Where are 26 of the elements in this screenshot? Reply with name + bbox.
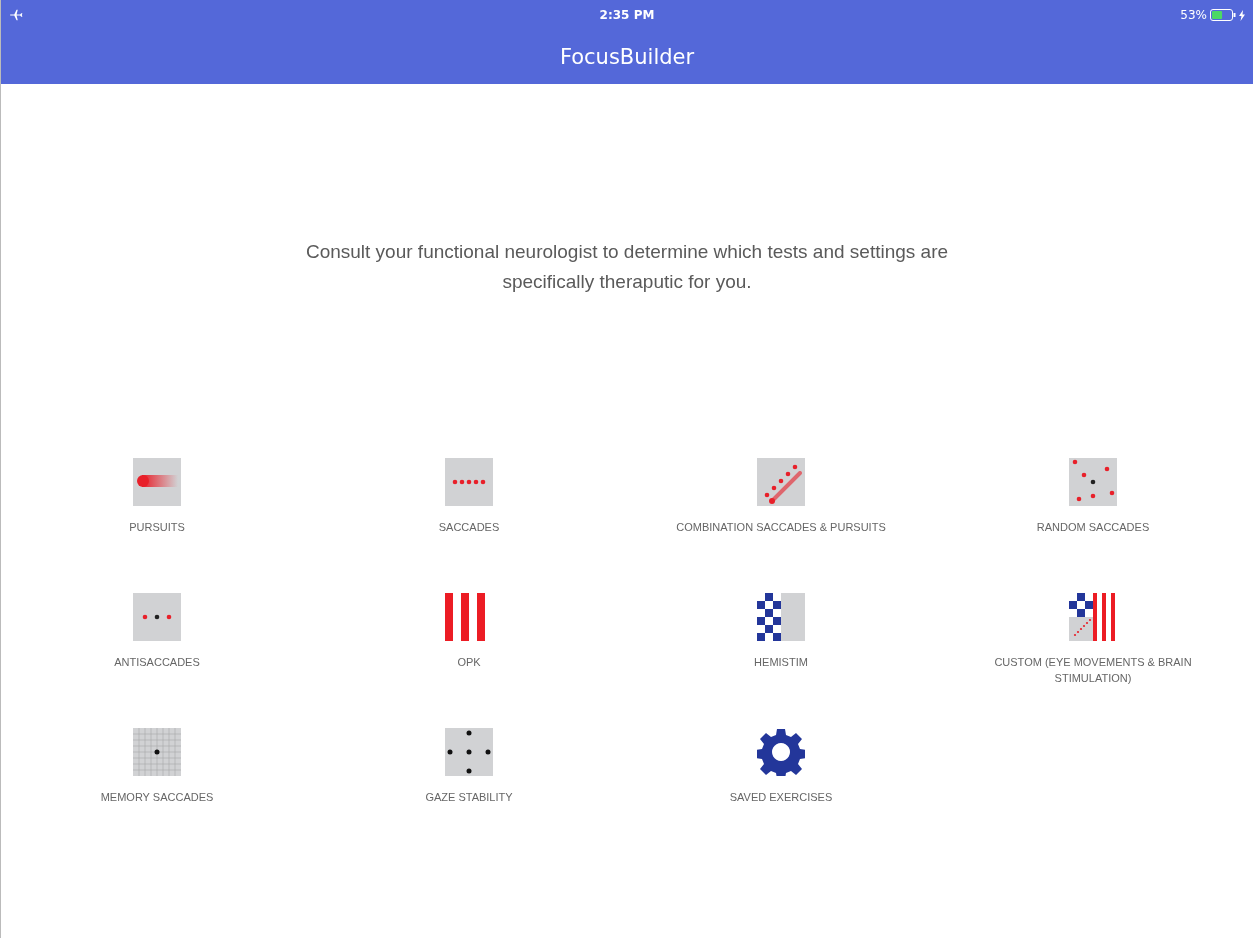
exercise-tile[interactable]: MEMORY SACCADES — [100, 728, 214, 805]
exercise-tile[interactable]: CUSTOM (EYE MOVEMENTS & BRAIN STIMULATION) — [973, 593, 1213, 686]
checker-stripes-icon — [1069, 593, 1117, 641]
gear-icon — [757, 728, 805, 776]
exercise-tile[interactable]: OPK — [445, 593, 493, 670]
advice-message: Consult your functional neurologist to determine which tests and settings are specifically theraputic for you. — [304, 240, 950, 294]
exercise-tile[interactable]: ANTISACCADES — [114, 593, 200, 670]
checkerboard-icon — [757, 593, 805, 641]
app-title: FocusBuilder — [558, 44, 696, 71]
exercise-tile[interactable]: SACCADES — [438, 458, 500, 535]
exercise-tile[interactable]: HEMISTIM — [754, 593, 808, 670]
cross-dots-icon — [445, 728, 493, 776]
charging-icon — [1239, 9, 1245, 21]
three-dots-icon — [133, 593, 181, 641]
exercise-tile[interactable]: RANDOM SACCADES — [1036, 458, 1150, 535]
grid-dot-icon — [133, 728, 181, 776]
airplane-icon — [9, 8, 23, 22]
scattered-dots-icon — [1069, 458, 1117, 506]
exercise-tile[interactable]: PURSUITS — [129, 458, 185, 535]
exercise-tile[interactable]: GAZE STABILITY — [425, 728, 513, 805]
diagonal-dots-icon — [757, 458, 805, 506]
battery-icon — [1210, 9, 1236, 21]
status-time: 2:35 PM — [599, 8, 655, 22]
exercise-tile[interactable]: COMBINATION SACCADES & PURSUITS — [676, 458, 886, 535]
exercise-tile[interactable]: SAVED EXERCISES — [729, 728, 833, 805]
battery-percent: 53% — [1180, 8, 1207, 22]
